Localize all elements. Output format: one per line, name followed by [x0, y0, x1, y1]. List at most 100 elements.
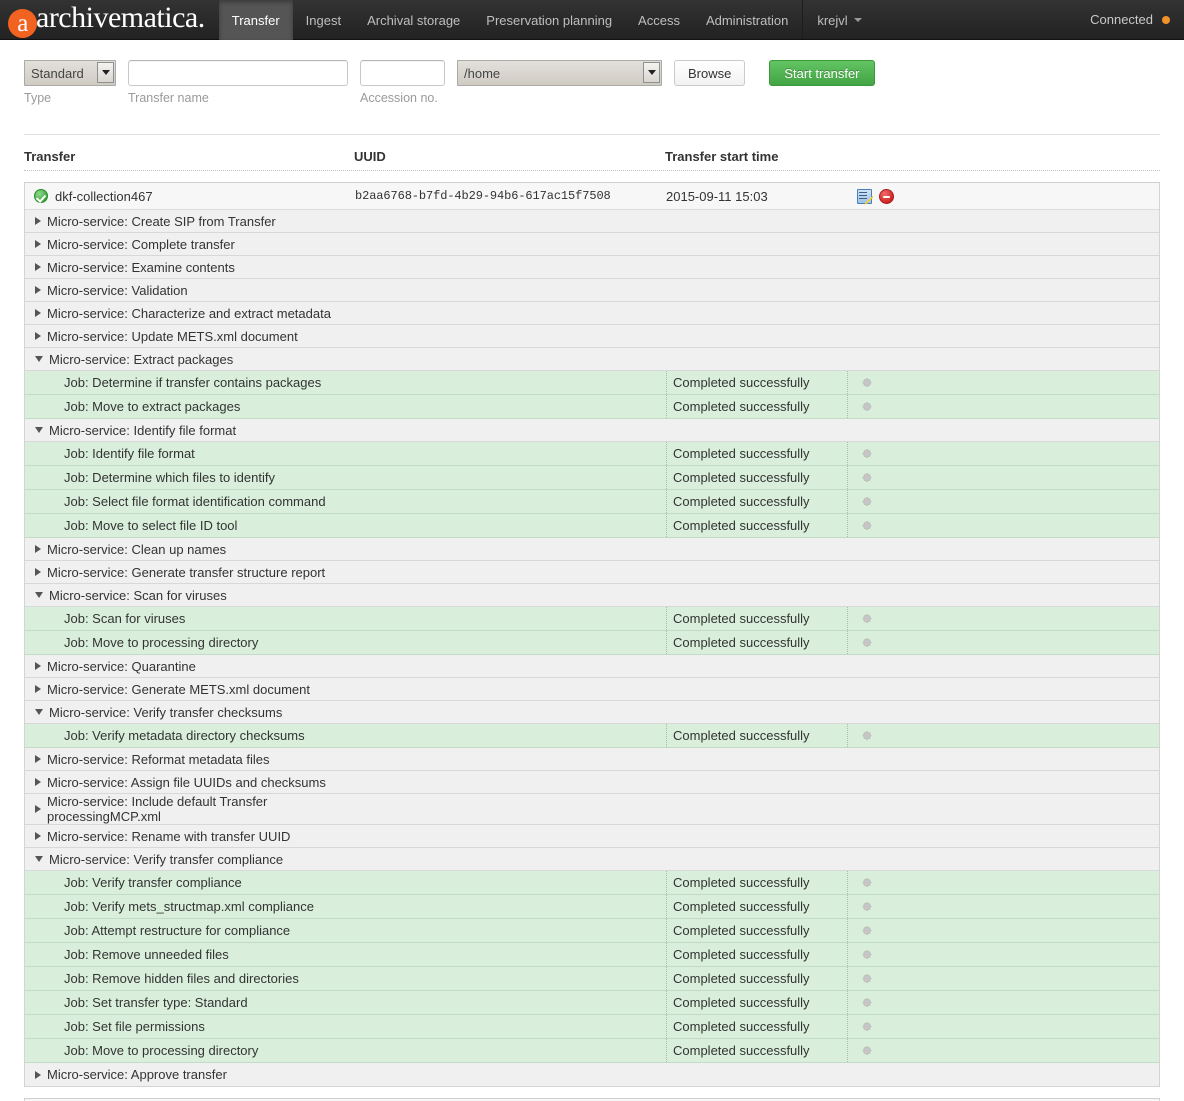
- nav-item-transfer[interactable]: Transfer: [219, 0, 293, 40]
- job-row[interactable]: Job: Attempt restructure for complianceC…: [25, 919, 1159, 943]
- gear-icon[interactable]: [860, 400, 873, 413]
- microservice-row[interactable]: Micro-service: Update METS.xml document: [25, 325, 1159, 348]
- microservice-row[interactable]: Micro-service: Scan for viruses: [25, 584, 1159, 607]
- type-select[interactable]: Standard: [24, 60, 116, 86]
- path-select[interactable]: /home: [457, 60, 662, 86]
- triangle-right-icon[interactable]: [35, 568, 41, 576]
- user-menu[interactable]: krejvl: [804, 0, 874, 40]
- accession-input[interactable]: [360, 60, 445, 86]
- triangle-down-icon[interactable]: [35, 709, 43, 715]
- triangle-right-icon[interactable]: [35, 309, 41, 317]
- microservice-row[interactable]: Micro-service: Reformat metadata files: [25, 748, 1159, 771]
- accession-label: Accession no.: [360, 91, 445, 105]
- transfer-row[interactable]: dkf-collection467b2aa6768-b7fd-4b29-94b6…: [25, 183, 1159, 210]
- triangle-right-icon[interactable]: [35, 805, 41, 813]
- job-name-cell: Job: Move to select file ID tool: [25, 518, 355, 533]
- microservice-row[interactable]: Micro-service: Verify transfer complianc…: [25, 848, 1159, 871]
- triangle-right-icon[interactable]: [35, 217, 41, 225]
- job-row[interactable]: Job: Scan for virusesCompleted successfu…: [25, 607, 1159, 631]
- job-name-cell: Job: Verify metadata directory checksums: [25, 728, 355, 743]
- gear-icon[interactable]: [860, 447, 873, 460]
- triangle-right-icon[interactable]: [35, 1071, 41, 1079]
- triangle-right-icon[interactable]: [35, 263, 41, 271]
- triangle-down-icon[interactable]: [35, 356, 43, 362]
- microservice-row[interactable]: Micro-service: Include default Transfer …: [25, 794, 1159, 825]
- gear-icon[interactable]: [860, 612, 873, 625]
- job-row[interactable]: Job: Remove hidden files and directories…: [25, 967, 1159, 991]
- nav-item-ingest[interactable]: Ingest: [293, 0, 354, 40]
- microservice-row[interactable]: Micro-service: Examine contents: [25, 256, 1159, 279]
- triangle-right-icon[interactable]: [35, 755, 41, 763]
- microservice-label: Micro-service: Extract packages: [49, 352, 233, 367]
- gear-icon[interactable]: [860, 924, 873, 937]
- job-row[interactable]: Job: Remove unneeded filesCompleted succ…: [25, 943, 1159, 967]
- triangle-right-icon[interactable]: [35, 332, 41, 340]
- gear-icon[interactable]: [860, 636, 873, 649]
- triangle-down-icon[interactable]: [35, 856, 43, 862]
- microservice-row[interactable]: Micro-service: Extract packages: [25, 348, 1159, 371]
- microservice-row[interactable]: Micro-service: Generate METS.xml documen…: [25, 678, 1159, 701]
- job-gear-cell: [847, 514, 1159, 537]
- triangle-right-icon[interactable]: [35, 240, 41, 248]
- transfer-name-input[interactable]: [128, 60, 348, 86]
- gear-icon[interactable]: [860, 1044, 873, 1057]
- microservice-row[interactable]: Micro-service: Quarantine: [25, 655, 1159, 678]
- job-row[interactable]: Job: Set file permissionsCompleted succe…: [25, 1015, 1159, 1039]
- triangle-right-icon[interactable]: [35, 778, 41, 786]
- microservice-row[interactable]: Micro-service: Create SIP from Transfer: [25, 210, 1159, 233]
- gear-icon[interactable]: [860, 519, 873, 532]
- gear-icon[interactable]: [860, 948, 873, 961]
- gear-icon[interactable]: [860, 876, 873, 889]
- gear-icon[interactable]: [860, 495, 873, 508]
- microservice-row[interactable]: Micro-service: Identify file format: [25, 419, 1159, 442]
- gear-icon[interactable]: [860, 900, 873, 913]
- job-row[interactable]: Job: Identify file formatCompleted succe…: [25, 442, 1159, 466]
- microservice-row[interactable]: Micro-service: Complete transfer: [25, 233, 1159, 256]
- job-row[interactable]: Job: Verify transfer complianceCompleted…: [25, 871, 1159, 895]
- remove-transfer-icon[interactable]: [879, 189, 894, 204]
- microservice-row[interactable]: Micro-service: Validation: [25, 279, 1159, 302]
- gear-icon[interactable]: [860, 729, 873, 742]
- microservice-row[interactable]: Micro-service: Generate transfer structu…: [25, 561, 1159, 584]
- triangle-right-icon[interactable]: [35, 662, 41, 670]
- gear-icon[interactable]: [860, 996, 873, 1009]
- triangle-down-icon[interactable]: [35, 592, 43, 598]
- triangle-right-icon[interactable]: [35, 685, 41, 693]
- microservice-row[interactable]: Micro-service: Clean up names: [25, 538, 1159, 561]
- job-row[interactable]: Job: Move to extract packagesCompleted s…: [25, 395, 1159, 419]
- brand-logo[interactable]: aarchivematica.: [0, 0, 219, 40]
- transfer-name-cell: dkf-collection467: [25, 189, 355, 204]
- nav-item-preservation-planning[interactable]: Preservation planning: [473, 0, 625, 40]
- microservice-name-cell: Micro-service: Verify transfer checksums: [25, 705, 355, 720]
- microservice-row[interactable]: Micro-service: Approve transfer: [25, 1063, 1159, 1086]
- job-row[interactable]: Job: Determine if transfer contains pack…: [25, 371, 1159, 395]
- job-row[interactable]: Job: Move to select file ID toolComplete…: [25, 514, 1159, 538]
- job-row[interactable]: Job: Verify metadata directory checksums…: [25, 724, 1159, 748]
- microservice-row[interactable]: Micro-service: Rename with transfer UUID: [25, 825, 1159, 848]
- job-row[interactable]: Job: Select file format identification c…: [25, 490, 1159, 514]
- job-row[interactable]: Job: Move to processing directoryComplet…: [25, 1039, 1159, 1063]
- transfer-uuid-cell: b2aa6768-b7fd-4b29-94b6-617ac15f7508: [355, 189, 666, 203]
- nav-item-archival-storage[interactable]: Archival storage: [354, 0, 473, 40]
- start-transfer-button[interactable]: Start transfer: [769, 60, 874, 86]
- gear-icon[interactable]: [860, 471, 873, 484]
- job-row[interactable]: Job: Set transfer type: StandardComplete…: [25, 991, 1159, 1015]
- nav-item-access[interactable]: Access: [625, 0, 693, 40]
- microservice-row[interactable]: Micro-service: Assign file UUIDs and che…: [25, 771, 1159, 794]
- triangle-right-icon[interactable]: [35, 832, 41, 840]
- job-row[interactable]: Job: Move to processing directoryComplet…: [25, 631, 1159, 655]
- triangle-right-icon[interactable]: [35, 286, 41, 294]
- triangle-down-icon[interactable]: [35, 427, 43, 433]
- job-row[interactable]: Job: Verify mets_structmap.xml complianc…: [25, 895, 1159, 919]
- triangle-right-icon[interactable]: [35, 545, 41, 553]
- microservice-row[interactable]: Micro-service: Characterize and extract …: [25, 302, 1159, 325]
- type-select-wrap: Standard: [24, 60, 116, 86]
- edit-metadata-icon[interactable]: [857, 189, 872, 204]
- gear-icon[interactable]: [860, 1020, 873, 1033]
- microservice-row[interactable]: Micro-service: Verify transfer checksums: [25, 701, 1159, 724]
- gear-icon[interactable]: [860, 972, 873, 985]
- gear-icon[interactable]: [860, 376, 873, 389]
- nav-item-administration[interactable]: Administration: [693, 0, 801, 40]
- job-row[interactable]: Job: Determine which files to identifyCo…: [25, 466, 1159, 490]
- browse-button[interactable]: Browse: [674, 60, 745, 86]
